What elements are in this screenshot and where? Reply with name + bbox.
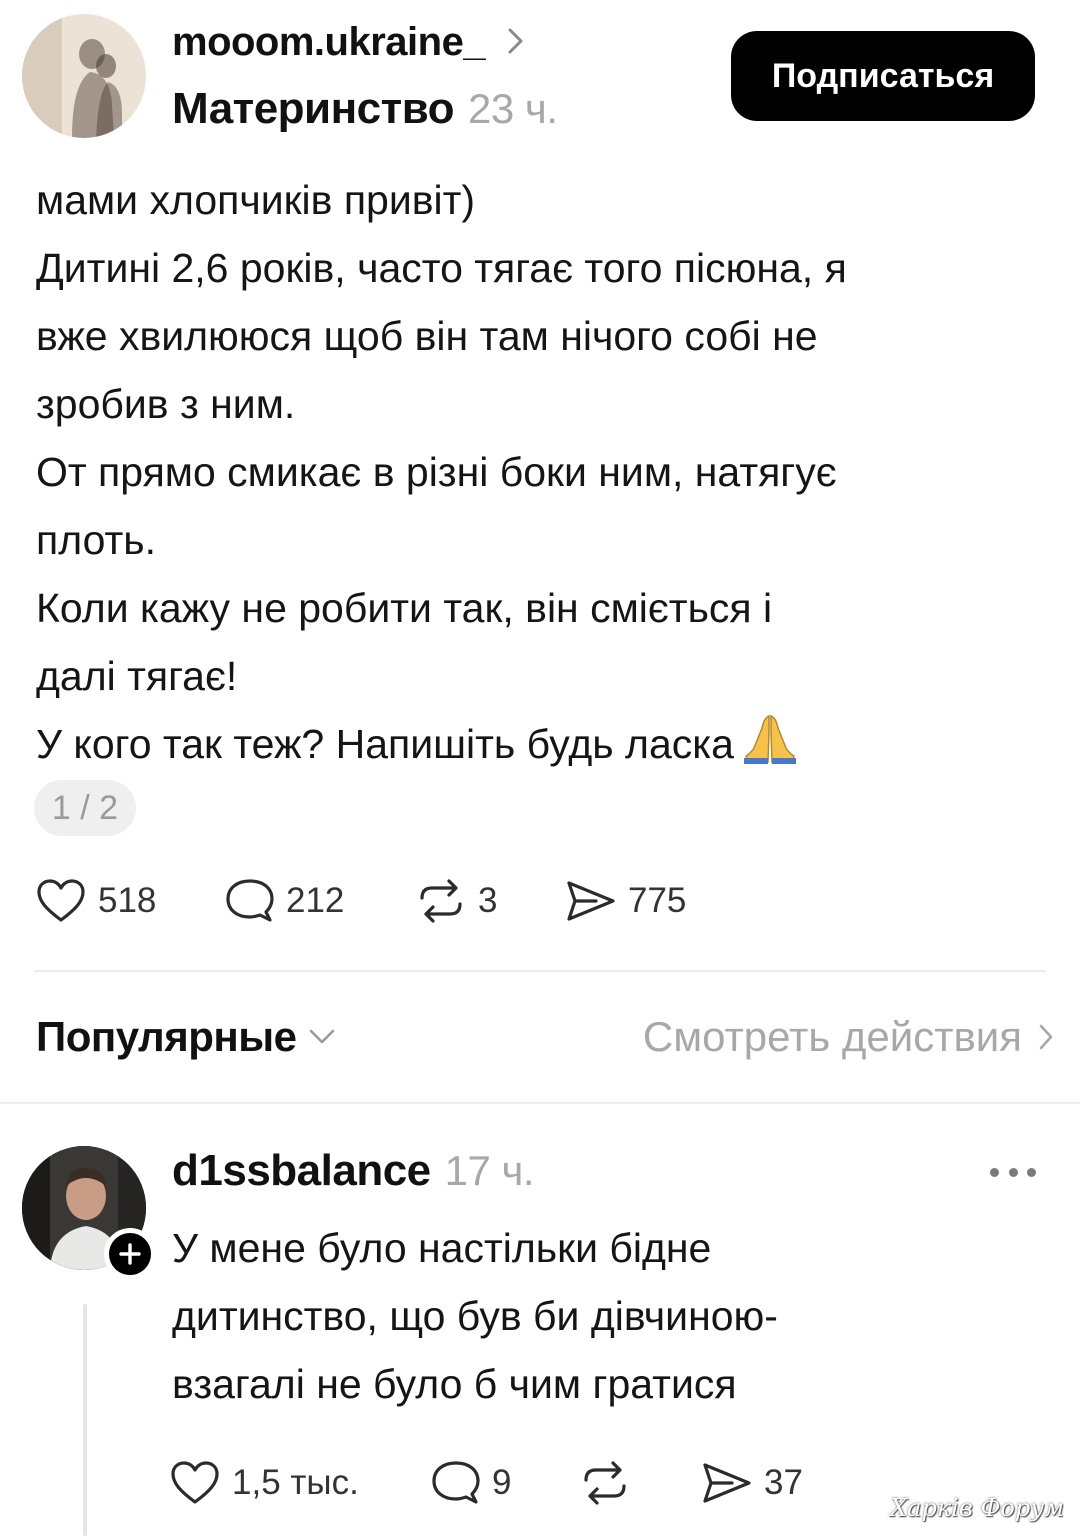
replies-sort-bar: Популярные Смотреть действия — [0, 1005, 1080, 1075]
reply-like-count: 1,5 тыс. — [232, 1463, 359, 1502]
reply-share-button[interactable]: 37 — [702, 1460, 803, 1506]
sort-dropdown[interactable]: Популярные — [36, 1013, 336, 1061]
more-icon — [1008, 1167, 1018, 1177]
comment-count: 212 — [286, 881, 345, 920]
reply-comment-count: 9 — [492, 1463, 512, 1502]
watermark: Харків Форум — [890, 1494, 1064, 1522]
reply-like-button[interactable]: 1,5 тыс. — [170, 1460, 432, 1506]
share-count: 775 — [628, 881, 687, 920]
repost-button[interactable]: 3 — [416, 878, 566, 924]
like-count: 518 — [98, 881, 157, 920]
post-author-name[interactable]: mooom.ukraine_ — [172, 20, 486, 65]
plus-icon — [119, 1243, 141, 1265]
share-icon — [567, 881, 615, 921]
follow-plus-button[interactable] — [104, 1228, 156, 1280]
reply-time: 17 ч. — [444, 1147, 535, 1194]
reply-text: У мене було настільки бідне дитинство, щ… — [172, 1214, 778, 1418]
more-icon — [1027, 1167, 1036, 1177]
post-header: mooom.ukraine_ Материнство 23 ч. Подписа… — [0, 0, 1080, 150]
author-avatar[interactable] — [22, 14, 146, 138]
image-pager[interactable]: 1 / 2 — [34, 780, 136, 836]
post-time: 23 ч. — [468, 85, 558, 132]
chevron-right-icon — [507, 20, 525, 65]
reply-actions: 1,5 тыс. 9 37 — [170, 1460, 803, 1506]
like-button[interactable]: 518 — [36, 878, 226, 924]
reply-meta: d1ssbalance 17 ч. — [172, 1146, 535, 1196]
heart-icon — [37, 879, 85, 922]
reply-text-line: У мене було настільки бідне — [172, 1225, 712, 1271]
comment-icon — [226, 879, 274, 922]
divider — [0, 1102, 1080, 1104]
post-text-line: У кого так теж? Напишіть будь ласка — [36, 721, 734, 767]
post-meta: Материнство 23 ч. — [172, 84, 558, 134]
sort-label: Популярные — [36, 1013, 297, 1060]
post-text-line-last: У кого так теж? Напишіть будь ласка — [36, 710, 1046, 784]
post-text-line: Дитині 2,6 років, часто тягає того пісюн… — [36, 245, 847, 291]
post-text-line: Коли кажу не робити так, він сміється і — [36, 585, 773, 631]
post-text-line: мами хлопчиків привіт) — [36, 177, 476, 223]
post-text-line: далі тягає! — [36, 653, 238, 699]
repost-count: 3 — [478, 881, 498, 920]
share-icon — [703, 1463, 751, 1503]
post-text-line: От прямо смикає в різні боки ним, натягу… — [36, 449, 837, 495]
heart-icon — [171, 1461, 219, 1504]
more-icon — [990, 1167, 999, 1177]
post-actions: 518 212 3 775 — [36, 878, 686, 924]
reply-text-line: взагалі не було б чим гратися — [172, 1361, 737, 1407]
reply-comment-button[interactable]: 9 — [432, 1460, 580, 1506]
community-name[interactable]: Материнство — [172, 84, 455, 134]
reply-share-count: 37 — [764, 1463, 803, 1502]
post-text-line: плоть. — [36, 517, 157, 563]
post-text-line: зробив з ним. — [36, 381, 296, 427]
chevron-down-icon — [310, 1029, 335, 1044]
more-options-button[interactable] — [990, 1160, 1036, 1184]
post-text-line: вже хвилююся щоб він там нічого собі не — [36, 313, 818, 359]
reply-text-line: дитинство, що був би дівчиною- — [172, 1293, 778, 1339]
reply-author-name[interactable]: d1ssbalance — [172, 1146, 431, 1196]
view-activity-label: Смотреть действия — [642, 1013, 1022, 1060]
post-author-line[interactable]: mooom.ukraine_ — [172, 20, 525, 65]
repost-icon — [420, 879, 462, 923]
divider — [34, 970, 1046, 972]
view-activity-link[interactable]: Смотреть действия — [643, 1013, 1054, 1061]
comment-button[interactable]: 212 — [226, 878, 416, 924]
repost-icon — [584, 1461, 626, 1505]
reply-repost-button[interactable] — [580, 1460, 702, 1506]
follow-button[interactable]: Подписаться — [731, 31, 1035, 121]
post-text: мами хлопчиків привіт) Дитині 2,6 років,… — [36, 166, 1046, 784]
comment-icon — [432, 1461, 480, 1504]
thread-line — [83, 1304, 87, 1536]
share-button[interactable]: 775 — [566, 878, 686, 924]
folded-hands-emoji — [742, 712, 798, 784]
chevron-right-icon — [1039, 1024, 1053, 1050]
